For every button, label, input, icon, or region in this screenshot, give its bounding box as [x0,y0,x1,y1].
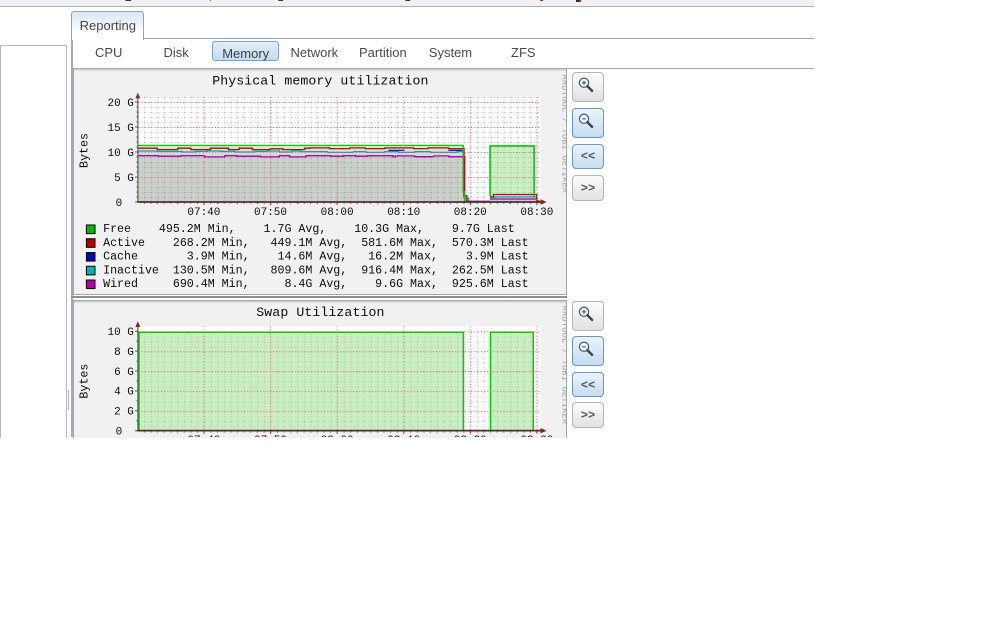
svg-text:0: 0 [115,426,122,437]
svg-text:2 G: 2 G [114,406,134,418]
svg-text:08:00: 08:00 [320,207,353,219]
svg-text:RRDTOOL / TOBI OETIKER: RRDTOOL / TOBI OETIKER [559,305,566,424]
svg-text:07:50: 07:50 [254,435,287,438]
svg-text:8 G: 8 G [114,347,134,359]
svg-text:10 G: 10 G [107,327,133,339]
svg-text:Bytes: Bytes [77,363,91,398]
svg-text:6 G: 6 G [114,367,134,379]
svg-text:07:40: 07:40 [187,207,220,219]
svg-text:Swap Utilization: Swap Utilization [256,305,384,320]
svg-text:Active 268.2M Min, 449.1M: Active 268.2M Min, 449.1M Avg, 581.6M Ma… [103,237,529,250]
svg-text:Inactive 130.5M Min, 809.6M: Inactive 130.5M Min, 809.6M Avg, 916.4M … [103,264,529,277]
svg-text:08:30: 08:30 [520,207,553,219]
svg-text:15 G: 15 G [107,123,133,135]
svg-text:08:20: 08:20 [453,207,486,219]
svg-text:07:50: 07:50 [254,207,287,219]
svg-text:Wired 690.4M Min, 8.4G: Wired 690.4M Min, 8.4G Avg, 9.6G Max, 92… [103,278,529,291]
svg-text:20 G: 20 G [107,98,133,110]
svg-text:Cache 3.9M Min, 14.6M: Cache 3.9M Min, 14.6M Avg, 16.2M Max, 3.… [103,251,529,264]
svg-text:RRDTOOL / TOBI OETIKER: RRDTOOL / TOBI OETIKER [559,74,566,193]
svg-text:Bytes: Bytes [77,133,91,168]
svg-text:08:00: 08:00 [320,435,353,438]
svg-text:10 G: 10 G [107,148,133,160]
svg-text:5 G: 5 G [114,173,134,185]
svg-text:08:10: 08:10 [387,435,420,438]
svg-text:08:20: 08:20 [453,435,486,438]
svg-text:08:30: 08:30 [520,435,553,438]
svg-text:Physical memory utilization: Physical memory utilization [212,73,428,88]
svg-text:Free 495.2M Min, 1.7G Av: Free 495.2M Min, 1.7G Avg, 10.3G Max, 9.… [103,223,515,236]
svg-text:0: 0 [115,198,122,210]
svg-text:08:10: 08:10 [387,207,420,219]
svg-text:4 G: 4 G [114,387,134,399]
svg-text:07:40: 07:40 [187,435,220,438]
